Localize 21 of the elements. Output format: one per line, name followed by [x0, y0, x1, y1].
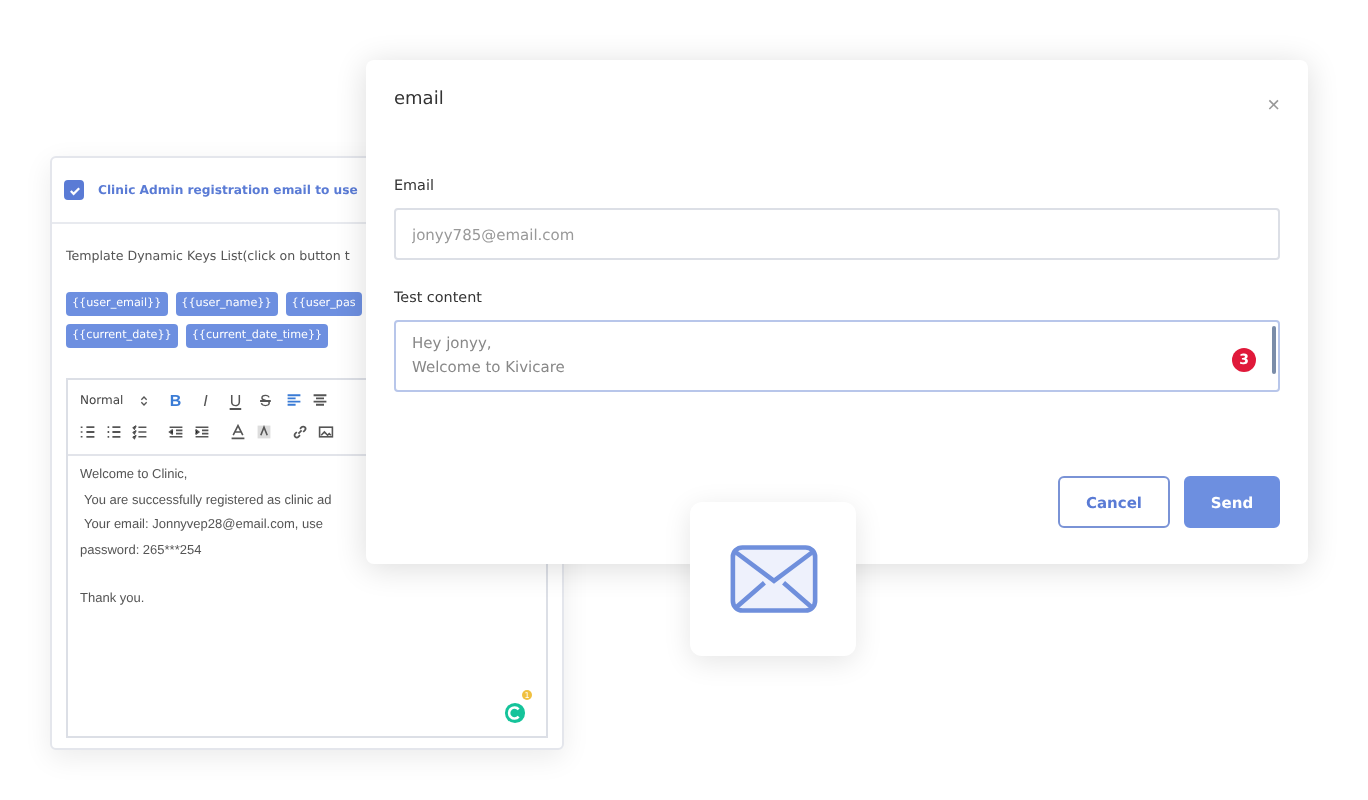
- checkbox[interactable]: [64, 180, 84, 200]
- select-arrows-icon: [139, 393, 148, 407]
- align-left-icon[interactable]: [285, 392, 302, 408]
- text-color-icon[interactable]: [230, 424, 246, 440]
- dialog-title: email: [394, 90, 444, 110]
- align-center-icon[interactable]: [311, 392, 328, 408]
- format-button[interactable]: U: [225, 391, 246, 409]
- envelope-icon: [729, 544, 817, 614]
- image-icon[interactable]: [318, 424, 334, 440]
- indent-icon[interactable]: [194, 424, 210, 440]
- highlight-icon[interactable]: [256, 424, 272, 440]
- format-button[interactable]: S: [255, 391, 276, 409]
- close-button[interactable]: ×: [1267, 94, 1280, 118]
- checklist-icon[interactable]: [132, 424, 148, 440]
- format-button[interactable]: B: [165, 391, 186, 409]
- bullet-list-icon[interactable]: [106, 424, 122, 440]
- checkmark-icon: [67, 183, 81, 197]
- format-button[interactable]: I: [195, 391, 216, 409]
- numbered-list-icon[interactable]: [80, 424, 96, 440]
- link-icon[interactable]: [292, 424, 308, 440]
- outdent-icon[interactable]: [168, 424, 184, 440]
